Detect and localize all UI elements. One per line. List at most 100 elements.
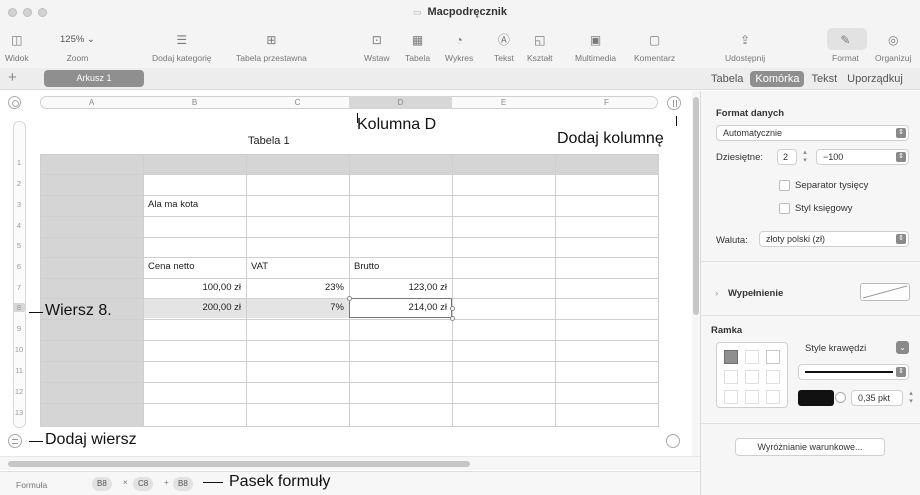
border-width-stepper[interactable]: ▴ ▾: [906, 390, 916, 406]
border-horizontal-icon[interactable]: [745, 390, 759, 404]
cell-c6[interactable]: VAT: [246, 257, 349, 277]
row-header-7[interactable]: 7: [13, 283, 25, 292]
conditional-highlighting-button[interactable]: Wyróżnianie warunkowe...: [735, 438, 885, 456]
annotation-add-column: Dodaj kolumnę: [557, 130, 664, 147]
border-inside-icon[interactable]: [745, 350, 759, 364]
row-header-1[interactable]: 1: [13, 158, 25, 167]
tab-text[interactable]: Tekst: [808, 71, 840, 87]
row-header-4[interactable]: 4: [13, 221, 25, 230]
border-styles-label[interactable]: Style krawędzi: [805, 343, 866, 354]
comment-button[interactable]: ▢ Komentarz: [634, 32, 675, 63]
border-left-icon[interactable]: [724, 370, 738, 384]
border-bottom-icon[interactable]: [766, 390, 780, 404]
add-column-button[interactable]: [667, 96, 681, 110]
resize-table-button[interactable]: [666, 434, 680, 448]
border-selector[interactable]: [716, 342, 788, 408]
document-icon: ▭: [413, 7, 422, 17]
cell-b6[interactable]: Cena netto: [143, 257, 246, 277]
table-button[interactable]: ▦ Tabela: [405, 32, 430, 63]
border-right-icon[interactable]: [766, 370, 780, 384]
border-all-icon[interactable]: [724, 350, 738, 364]
column-header-c[interactable]: C: [246, 96, 349, 109]
formula-token[interactable]: B8: [173, 477, 193, 491]
row-header-8[interactable]: 8: [13, 303, 25, 312]
cell-d7[interactable]: 123,00 zł: [349, 278, 452, 298]
row-header-12[interactable]: 12: [13, 387, 25, 396]
border-width-field[interactable]: 0,35 pkt: [851, 390, 903, 406]
row-header-13[interactable]: 13: [13, 408, 25, 417]
horizontal-scroll-thumb[interactable]: [8, 461, 470, 467]
tab-cell[interactable]: Komórka: [750, 70, 805, 87]
annotation-column: Kolumna D: [357, 116, 437, 133]
insert-button[interactable]: ⊡ Wstaw: [364, 32, 390, 63]
selection-handle-bottom[interactable]: [450, 316, 455, 321]
row-header-3[interactable]: 3: [13, 200, 25, 209]
cell-d6[interactable]: Brutto: [349, 257, 452, 277]
border-vertical-icon[interactable]: [745, 370, 759, 384]
border-grid-icon[interactable]: [766, 350, 780, 364]
add-category-button[interactable]: ☰ Dodaj kategorię: [152, 32, 212, 63]
select-table-button[interactable]: [8, 96, 21, 109]
text-button[interactable]: Ⓐ Tekst: [494, 32, 514, 63]
zoom-value: 125% ⌄: [60, 34, 95, 45]
add-sheet-button[interactable]: +: [8, 69, 17, 86]
border-color-swatch[interactable]: [798, 390, 834, 406]
column-header-d[interactable]: D: [349, 96, 452, 109]
chart-button[interactable]: ◔ Wykres: [445, 32, 473, 63]
fill-label[interactable]: Wypełnienie: [728, 288, 783, 299]
chevron-down-icon[interactable]: ⌄: [896, 341, 909, 354]
vertical-scroll-thumb[interactable]: [693, 97, 699, 315]
color-wheel-icon[interactable]: [835, 392, 846, 403]
zoom-button[interactable]: 125% ⌄ Zoom: [60, 32, 95, 63]
column-header-f[interactable]: F: [555, 96, 658, 109]
cell-c8[interactable]: 7%: [246, 298, 349, 318]
pivot-table-button[interactable]: ⊞ Tabela przestawna: [236, 32, 307, 63]
sheet-tab-active[interactable]: Arkusz 1: [44, 70, 144, 87]
chevron-updown-icon: ⇕: [896, 152, 906, 162]
fill-swatch[interactable]: [860, 283, 910, 301]
negative-format-select[interactable]: −100 ⇕: [816, 149, 909, 165]
formula-token[interactable]: C8: [133, 477, 154, 491]
currency-select[interactable]: złoty polski (zł) ⇕: [759, 231, 909, 247]
cell-b3[interactable]: Ala ma kota: [143, 195, 246, 215]
data-format-select[interactable]: Automatycznie ⇕: [716, 125, 909, 141]
tab-arrange[interactable]: Uporządkuj: [844, 71, 906, 87]
border-line-style-select[interactable]: ⇕: [798, 364, 909, 380]
formula-token[interactable]: B8: [92, 477, 112, 491]
shape-button[interactable]: ◱ Kształt: [527, 32, 553, 63]
column-header-b[interactable]: B: [143, 96, 246, 109]
row-header-9[interactable]: 9: [13, 324, 25, 333]
row-header-10[interactable]: 10: [13, 345, 25, 354]
chevron-right-icon[interactable]: ›: [715, 288, 718, 299]
format-button[interactable]: ✎ Format: [832, 32, 859, 63]
decimals-field[interactable]: 2: [777, 149, 797, 165]
column-header-e[interactable]: E: [452, 96, 555, 109]
chevron-updown-icon: ⇕: [896, 234, 906, 244]
comment-icon: ▢: [648, 33, 661, 47]
row-header-6[interactable]: 6: [13, 262, 25, 271]
selection-handle-top[interactable]: [347, 296, 352, 301]
media-button[interactable]: ▣ Multimedia: [575, 32, 616, 63]
accounting-style-checkbox[interactable]: [779, 203, 790, 214]
row-header-2[interactable]: 2: [13, 179, 25, 188]
cell-b8[interactable]: 200,00 zł: [143, 298, 246, 318]
cell-c7[interactable]: 23%: [246, 278, 349, 298]
thousands-separator-checkbox[interactable]: [779, 180, 790, 191]
view-button[interactable]: ◫ Widok: [5, 32, 29, 63]
tab-table[interactable]: Tabela: [708, 71, 746, 87]
selection-handle-right[interactable]: [450, 306, 455, 311]
row-header-5[interactable]: 5: [13, 241, 25, 250]
add-row-button[interactable]: [8, 434, 22, 448]
sheet-tabs-bar: + Arkusz 1: [0, 68, 700, 90]
decimals-stepper[interactable]: ▴ ▾: [800, 149, 810, 165]
share-icon: ⇪: [740, 33, 751, 47]
table-title[interactable]: Tabela 1: [248, 135, 290, 147]
share-button[interactable]: ⇪ Udostępnij: [725, 32, 765, 63]
cell-b7[interactable]: 100,00 zł: [143, 278, 246, 298]
column-header-a[interactable]: A: [40, 96, 143, 109]
border-top-icon[interactable]: [724, 390, 738, 404]
organize-button[interactable]: ◎ Organizuj: [875, 32, 911, 63]
row-header-11[interactable]: 11: [13, 366, 25, 375]
horizontal-scrollbar[interactable]: [0, 456, 700, 470]
vertical-scrollbar[interactable]: [692, 91, 700, 456]
